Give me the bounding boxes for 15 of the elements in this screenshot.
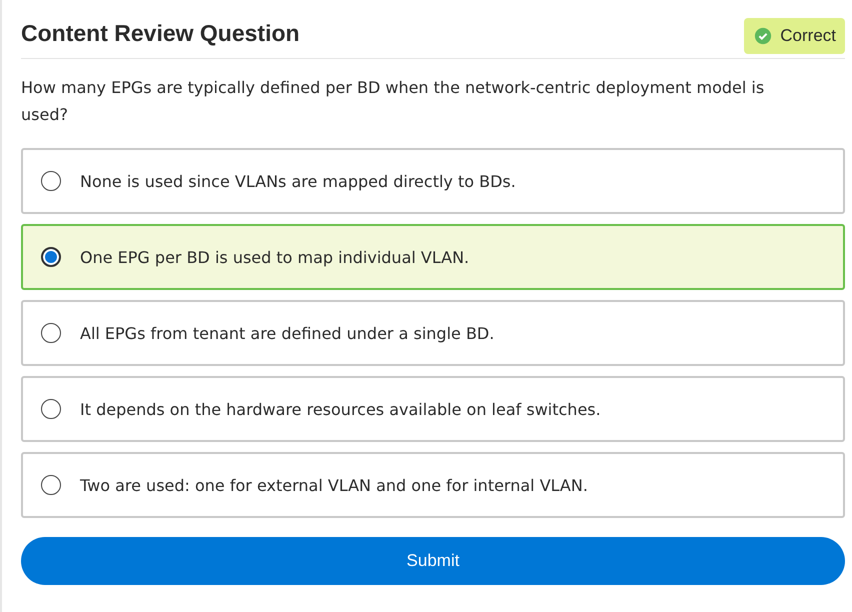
radio-button[interactable] — [41, 475, 61, 495]
radio-button[interactable] — [41, 171, 61, 191]
answer-option[interactable]: It depends on the hardware resources available on leaf switches. — [21, 376, 845, 442]
answer-option[interactable]: Two are used: one for external VLAN and one for internal VLAN. — [21, 452, 845, 518]
radio-button[interactable] — [41, 247, 61, 267]
answer-option[interactable]: All EPGs from tenant are defined under a single BD. — [21, 300, 845, 366]
answer-option[interactable]: One EPG per BD is used to map individual VLAN. — [21, 224, 845, 290]
check-icon — [754, 27, 772, 45]
result-label: Correct — [780, 26, 836, 46]
radio-button[interactable] — [41, 399, 61, 419]
question-text: How many EPGs are typically defined per BD when the network-centric deployment model is used? — [21, 77, 766, 126]
answer-option[interactable]: None is used since VLANs are mapped directly to BDs. — [21, 148, 845, 214]
submit-button[interactable]: Submit — [21, 537, 845, 585]
radio-button[interactable] — [41, 323, 61, 343]
question-title: Content Review Question — [21, 20, 300, 47]
